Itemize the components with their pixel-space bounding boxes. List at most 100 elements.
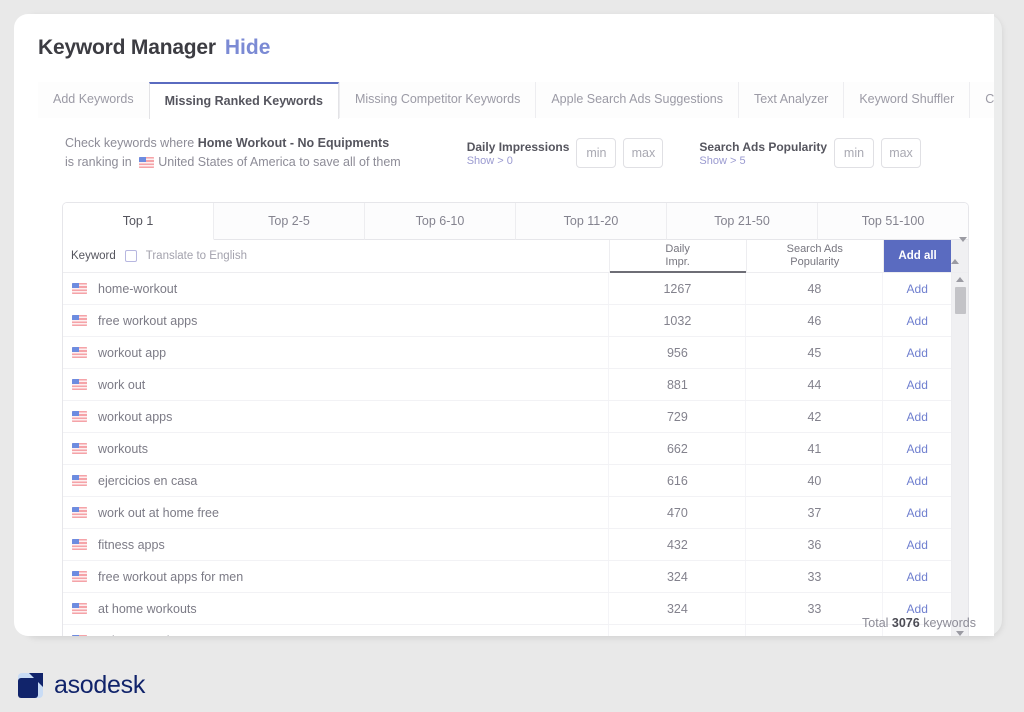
search-ads-popularity-subtitle: Show > 5 [699,154,746,167]
add-keyword-button[interactable]: Add [883,337,951,368]
add-keyword-button[interactable]: Add [883,401,951,432]
column-header-keyword-label: Keyword [71,250,116,262]
table-row[interactable]: at home workouts 324 33 Add [63,593,951,625]
add-keyword-button[interactable]: Add [883,465,951,496]
translate-label: Translate to English [145,250,247,262]
keyword-text: workout app [98,345,167,360]
keyword-text: ejercicios en casa [98,473,198,488]
tab-missing-ranked-keywords[interactable]: Missing Ranked Keywords [148,82,339,119]
table-row[interactable]: workout app 956 45 Add [63,337,951,369]
filter-strip: Check keywords where Home Workout - No E… [38,124,968,182]
column-header-keyword[interactable]: Keyword Translate to English [63,240,610,272]
hide-link[interactable]: Hide [225,36,271,60]
table-row[interactable]: fitness apps 432 36 Add [63,529,951,561]
scrollbar-thumb[interactable] [955,287,966,314]
add-keyword-button[interactable]: Add [883,561,951,592]
rank-tab-top-1[interactable]: Top 1 [63,203,214,240]
brand-name: asodesk [54,671,146,699]
table-row[interactable]: ejercicios en casa 616 40 Add [63,465,951,497]
add-keyword-button[interactable]: Add [883,273,951,304]
rank-tab-top-21-50[interactable]: Top 21-50 [667,203,818,240]
title-row: Keyword Manager Hide [38,36,270,60]
column-header-daily-impressions[interactable]: Daily Impr. [609,240,747,273]
us-flag-icon [72,603,87,614]
rank-tab-top-11-20[interactable]: Top 11-20 [516,203,667,240]
scrollbar-down-icon[interactable] [956,631,964,636]
daily-impressions-min-input[interactable]: min [576,138,617,168]
table-row[interactable]: free workout apps 1032 46 Add [63,305,951,337]
tab-text-analyzer[interactable]: Text Analyzer [737,82,844,118]
header-scroll-arrows[interactable] [951,237,968,272]
filter-description-prefix: Check keywords where [65,136,198,150]
table-body: home-workout 1267 48 Add free workout apps 10… [63,273,951,636]
cell-search-ads-popularity: 48 [746,273,884,304]
cell-keyword: workout app [63,337,610,368]
us-flag-icon [72,635,87,636]
total-prefix: Total [862,616,892,630]
main-tab-bar: Add Keywords Missing Ranked Keywords Mis… [38,82,994,119]
table-header: Keyword Translate to English Daily Impr.… [63,237,968,273]
rank-tab-top-2-5[interactable]: Top 2-5 [214,203,365,240]
keyword-text: at home workouts [98,601,197,616]
filter-description: Check keywords where Home Workout - No E… [65,134,401,172]
filter-description-suffix: to save all of them [295,155,401,169]
cell-keyword: work out at home free [63,497,610,528]
add-keyword-button[interactable]: Add [883,369,951,400]
keyword-text: free workout apps for men [98,569,244,584]
cell-keyword: ejercicios en casa [63,465,610,496]
search-ads-popularity-max-input[interactable]: max [881,138,921,168]
tab-copy-from[interactable]: Copy From [969,82,994,118]
rank-tab-top-6-10[interactable]: Top 6-10 [365,203,516,240]
cell-daily-impressions: 432 [609,529,747,560]
cell-daily-impressions: 470 [609,497,747,528]
filter-description-middle: is ranking in [65,155,136,169]
vertical-scrollbar[interactable] [951,273,968,636]
results-panel: Top 1 Top 2-5 Top 6-10 Top 11-20 Top 21-… [62,202,969,636]
tab-missing-competitor-keywords[interactable]: Missing Competitor Keywords [338,82,536,118]
table-row[interactable]: work out 881 44 Add [63,369,951,401]
rank-tab-bar: Top 1 Top 2-5 Top 6-10 Top 11-20 Top 21-… [63,203,968,240]
daily-impr-line2: Impr. [665,256,690,268]
cell-search-ads-popularity: 33 [746,561,884,592]
add-keyword-button[interactable]: Add [883,305,951,336]
popularity-line1: Search Ads [786,243,843,255]
keyword-text: home-workout [98,281,178,296]
search-ads-popularity-filter: Search Ads Popularity Show > 5 min max [699,138,921,168]
asodesk-brand: asodesk [18,671,145,700]
cell-keyword: workout apps [63,401,610,432]
cell-keyword: workouts [63,433,610,464]
cell-daily-impressions: 616 [609,465,747,496]
popularity-line2: Popularity [790,256,840,268]
cell-search-ads-popularity: 40 [746,465,884,496]
table-row[interactable]: free workout apps for men 324 33 Add [63,561,951,593]
search-ads-popularity-label: Search Ads Popularity Show > 5 [699,140,827,167]
daily-impressions-label: Daily Impressions Show > 0 [467,140,570,167]
translate-checkbox[interactable] [124,250,137,262]
column-header-search-ads-popularity[interactable]: Search Ads Popularity [747,240,884,272]
tab-keyword-shuffler[interactable]: Keyword Shuffler [843,82,970,118]
add-keyword-button[interactable]: Add [883,529,951,560]
daily-impressions-title: Daily Impressions [466,139,570,154]
add-all-button[interactable]: Add all [883,240,952,272]
table-row[interactable]: work out at home free 470 37 Add [63,497,951,529]
keyword-text: work out [98,377,146,392]
table-row[interactable]: home-workout 1267 48 Add [63,273,951,305]
table-row[interactable]: workout apps 729 42 Add [63,401,951,433]
scroll-down-icon[interactable] [959,237,968,259]
add-keyword-button[interactable]: Add [883,433,951,464]
scrollbar-up-icon[interactable] [956,277,964,282]
daily-impressions-filter: Daily Impressions Show > 0 min max [467,138,664,168]
keyword-text: fitness apps [98,537,165,552]
search-ads-popularity-min-input[interactable]: min [834,138,874,168]
cell-keyword: fitness apps [63,529,610,560]
cell-daily-impressions: 729 [609,401,747,432]
table-row[interactable]: workouts 662 41 Add [63,433,951,465]
us-flag-icon [72,443,87,454]
table-row[interactable]: at home workouts32233Add [63,625,951,636]
rank-tab-top-51-100[interactable]: Top 51-100 [818,203,968,240]
tab-apple-search-ads-suggestions[interactable]: Apple Search Ads Suggestions [535,82,738,118]
tab-add-keywords[interactable]: Add Keywords [38,82,149,118]
daily-impressions-max-input[interactable]: max [623,138,664,168]
add-keyword-button[interactable]: Add [883,497,951,528]
cell-daily-impressions: 1267 [609,273,747,304]
